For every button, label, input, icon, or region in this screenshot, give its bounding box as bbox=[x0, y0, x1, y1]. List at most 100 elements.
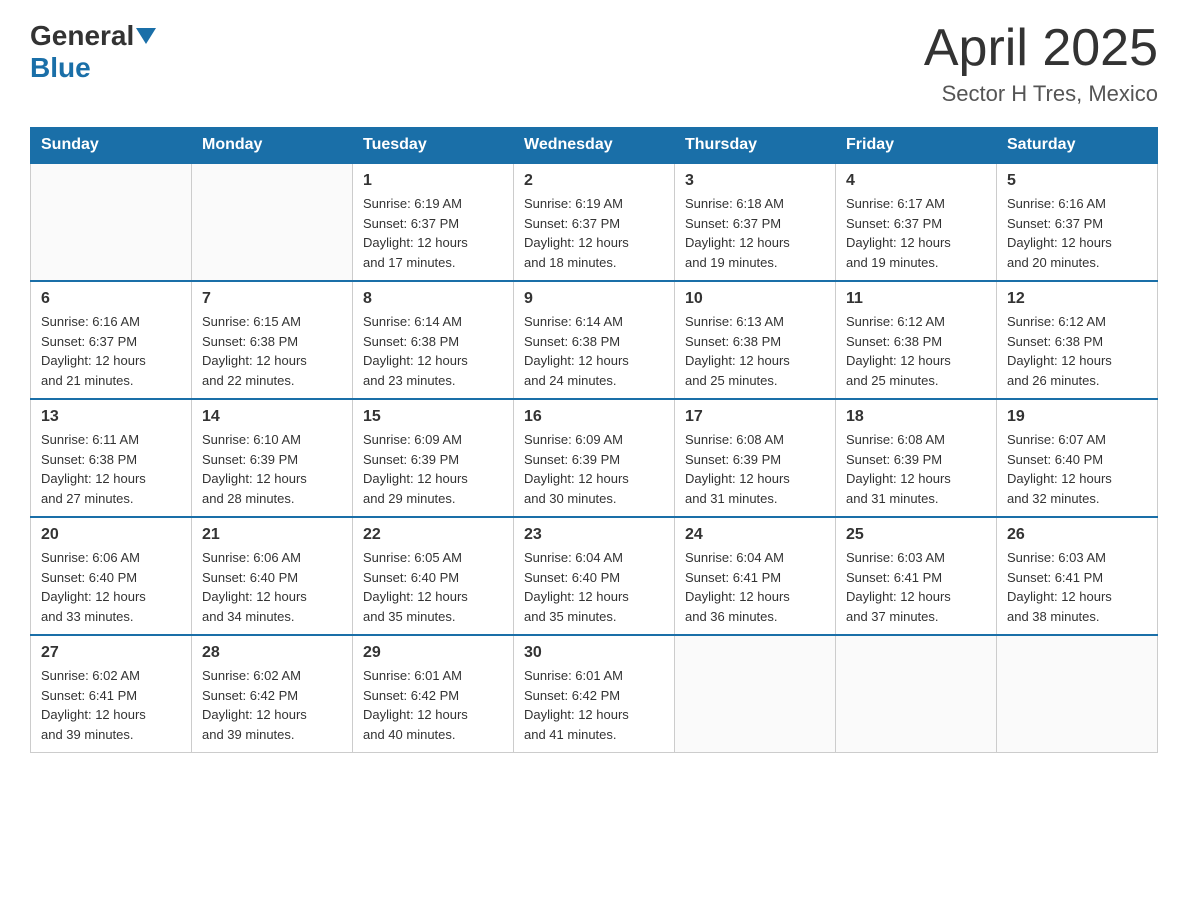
table-row bbox=[836, 635, 997, 753]
day-number: 21 bbox=[202, 526, 342, 544]
table-row: 25 Sunrise: 6:03 AMSunset: 6:41 PMDayligh… bbox=[836, 517, 997, 635]
table-row: 9 Sunrise: 6:14 AMSunset: 6:38 PMDaylight… bbox=[514, 281, 675, 399]
table-row: 2Sunrise: 6:19 AMSunset: 6:37 PMDaylight… bbox=[514, 163, 675, 281]
day-number: 7 bbox=[202, 290, 342, 308]
table-row: 23Sunrise: 6:04 AMSunset: 6:40 PMDayligh… bbox=[514, 517, 675, 635]
calendar-week-3: 13 Sunrise: 6:11 AMSunset: 6:38 PMDayligh… bbox=[31, 399, 1158, 517]
calendar-week-5: 27 Sunrise: 6:02 AMSunset: 6:41 PMDayligh… bbox=[31, 635, 1158, 753]
day-info: Sunrise: 6:12 AMSunset: 6:38 PMDaylight:… bbox=[1007, 312, 1147, 390]
table-row: 22 Sunrise: 6:05 AMSunset: 6:40 PMDayligh… bbox=[353, 517, 514, 635]
day-info: Sunrise: 6:18 AMSunset: 6:37 PMDaylight:… bbox=[685, 194, 825, 272]
day-info: Sunrise: 6:14 AMSunset: 6:38 PMDaylight:… bbox=[363, 312, 503, 390]
day-number: 6 bbox=[41, 290, 181, 308]
table-row: 3 Sunrise: 6:18 AMSunset: 6:37 PMDaylight… bbox=[675, 163, 836, 281]
day-number: 5 bbox=[1007, 172, 1147, 190]
calendar-table: Sunday Monday Tuesday Wednesday Thursday… bbox=[30, 127, 1158, 753]
table-row: 5 Sunrise: 6:16 AMSunset: 6:37 PMDaylight… bbox=[997, 163, 1158, 281]
day-number: 28 bbox=[202, 644, 342, 662]
day-number: 12 bbox=[1007, 290, 1147, 308]
page-header: General Blue April 2025 Sector H Tres, M… bbox=[30, 20, 1158, 107]
table-row bbox=[31, 163, 192, 281]
logo: General Blue bbox=[30, 20, 158, 84]
calendar-week-1: 1 Sunrise: 6:19 AMSunset: 6:37 PMDaylight… bbox=[31, 163, 1158, 281]
day-info: Sunrise: 6:14 AMSunset: 6:38 PMDaylight:… bbox=[524, 312, 664, 390]
day-number: 1 bbox=[363, 172, 503, 190]
col-monday: Monday bbox=[192, 128, 353, 164]
table-row: 20Sunrise: 6:06 AMSunset: 6:40 PMDayligh… bbox=[31, 517, 192, 635]
day-number: 13 bbox=[41, 408, 181, 426]
day-info: Sunrise: 6:01 AMSunset: 6:42 PMDaylight:… bbox=[363, 666, 503, 744]
calendar-header-row: Sunday Monday Tuesday Wednesday Thursday… bbox=[31, 128, 1158, 164]
day-number: 4 bbox=[846, 172, 986, 190]
table-row: 7Sunrise: 6:15 AMSunset: 6:38 PMDaylight… bbox=[192, 281, 353, 399]
day-number: 22 bbox=[363, 526, 503, 544]
col-saturday: Saturday bbox=[997, 128, 1158, 164]
day-info: Sunrise: 6:05 AMSunset: 6:40 PMDaylight:… bbox=[363, 548, 503, 626]
day-info: Sunrise: 6:02 AMSunset: 6:41 PMDaylight:… bbox=[41, 666, 181, 744]
table-row: 13 Sunrise: 6:11 AMSunset: 6:38 PMDayligh… bbox=[31, 399, 192, 517]
day-info: Sunrise: 6:04 AMSunset: 6:40 PMDaylight:… bbox=[524, 548, 664, 626]
day-info: Sunrise: 6:03 AMSunset: 6:41 PMDaylight:… bbox=[846, 548, 986, 626]
day-number: 24 bbox=[685, 526, 825, 544]
day-number: 14 bbox=[202, 408, 342, 426]
day-info: Sunrise: 6:13 AMSunset: 6:38 PMDaylight:… bbox=[685, 312, 825, 390]
day-info: Sunrise: 6:16 AMSunset: 6:37 PMDaylight:… bbox=[1007, 194, 1147, 272]
day-info: Sunrise: 6:02 AMSunset: 6:42 PMDaylight:… bbox=[202, 666, 342, 744]
table-row: 21 Sunrise: 6:06 AMSunset: 6:40 PMDayligh… bbox=[192, 517, 353, 635]
table-row: 6Sunrise: 6:16 AMSunset: 6:37 PMDaylight… bbox=[31, 281, 192, 399]
table-row: 29Sunrise: 6:01 AMSunset: 6:42 PMDayligh… bbox=[353, 635, 514, 753]
day-number: 16 bbox=[524, 408, 664, 426]
day-number: 25 bbox=[846, 526, 986, 544]
col-tuesday: Tuesday bbox=[353, 128, 514, 164]
logo-triangle-icon bbox=[136, 28, 156, 44]
day-info: Sunrise: 6:09 AMSunset: 6:39 PMDaylight:… bbox=[363, 430, 503, 508]
day-info: Sunrise: 6:08 AMSunset: 6:39 PMDaylight:… bbox=[846, 430, 986, 508]
table-row: 1 Sunrise: 6:19 AMSunset: 6:37 PMDaylight… bbox=[353, 163, 514, 281]
table-row: 15 Sunrise: 6:09 AMSunset: 6:39 PMDayligh… bbox=[353, 399, 514, 517]
day-info: Sunrise: 6:17 AMSunset: 6:37 PMDaylight:… bbox=[846, 194, 986, 272]
day-info: Sunrise: 6:19 AMSunset: 6:37 PMDaylight:… bbox=[524, 194, 664, 272]
table-row: 12 Sunrise: 6:12 AMSunset: 6:38 PMDayligh… bbox=[997, 281, 1158, 399]
day-number: 10 bbox=[685, 290, 825, 308]
table-row: 26Sunrise: 6:03 AMSunset: 6:41 PMDayligh… bbox=[997, 517, 1158, 635]
table-row: 17Sunrise: 6:08 AMSunset: 6:39 PMDayligh… bbox=[675, 399, 836, 517]
table-row bbox=[675, 635, 836, 753]
table-row: 11 Sunrise: 6:12 AMSunset: 6:38 PMDayligh… bbox=[836, 281, 997, 399]
day-info: Sunrise: 6:10 AMSunset: 6:39 PMDaylight:… bbox=[202, 430, 342, 508]
logo-blue-text: Blue bbox=[30, 52, 91, 84]
day-number: 15 bbox=[363, 408, 503, 426]
table-row: 4 Sunrise: 6:17 AMSunset: 6:37 PMDaylight… bbox=[836, 163, 997, 281]
table-row: 27 Sunrise: 6:02 AMSunset: 6:41 PMDayligh… bbox=[31, 635, 192, 753]
day-info: Sunrise: 6:06 AMSunset: 6:40 PMDaylight:… bbox=[202, 548, 342, 626]
day-number: 3 bbox=[685, 172, 825, 190]
table-row: 16 Sunrise: 6:09 AMSunset: 6:39 PMDayligh… bbox=[514, 399, 675, 517]
day-info: Sunrise: 6:09 AMSunset: 6:39 PMDaylight:… bbox=[524, 430, 664, 508]
day-info: Sunrise: 6:12 AMSunset: 6:38 PMDaylight:… bbox=[846, 312, 986, 390]
day-number: 27 bbox=[41, 644, 181, 662]
table-row: 28 Sunrise: 6:02 AMSunset: 6:42 PMDayligh… bbox=[192, 635, 353, 753]
day-number: 30 bbox=[524, 644, 664, 662]
day-info: Sunrise: 6:08 AMSunset: 6:39 PMDaylight:… bbox=[685, 430, 825, 508]
table-row: 30 Sunrise: 6:01 AMSunset: 6:42 PMDayligh… bbox=[514, 635, 675, 753]
table-row: 8 Sunrise: 6:14 AMSunset: 6:38 PMDaylight… bbox=[353, 281, 514, 399]
day-info: Sunrise: 6:04 AMSunset: 6:41 PMDaylight:… bbox=[685, 548, 825, 626]
day-number: 19 bbox=[1007, 408, 1147, 426]
day-number: 11 bbox=[846, 290, 986, 308]
day-info: Sunrise: 6:01 AMSunset: 6:42 PMDaylight:… bbox=[524, 666, 664, 744]
table-row bbox=[192, 163, 353, 281]
col-thursday: Thursday bbox=[675, 128, 836, 164]
table-row: 24 Sunrise: 6:04 AMSunset: 6:41 PMDayligh… bbox=[675, 517, 836, 635]
location-title: Sector H Tres, Mexico bbox=[924, 81, 1158, 107]
col-wednesday: Wednesday bbox=[514, 128, 675, 164]
calendar-week-4: 20 Sunrise: 6:06 AMSunset: 6:40 PMDayligh… bbox=[31, 517, 1158, 635]
month-title: April 2025 bbox=[924, 20, 1158, 77]
day-number: 8 bbox=[363, 290, 503, 308]
calendar-week-2: 6Sunrise: 6:16 AMSunset: 6:37 PMDaylight… bbox=[31, 281, 1158, 399]
logo-general-text: General bbox=[30, 20, 134, 52]
day-number: 20 bbox=[41, 526, 181, 544]
day-info: Sunrise: 6:11 AMSunset: 6:38 PMDaylight:… bbox=[41, 430, 181, 508]
day-info: Sunrise: 6:19 AMSunset: 6:37 PMDaylight:… bbox=[363, 194, 503, 272]
day-number: 18 bbox=[846, 408, 986, 426]
table-row: 19Sunrise: 6:07 AMSunset: 6:40 PMDayligh… bbox=[997, 399, 1158, 517]
day-number: 9 bbox=[524, 290, 664, 308]
